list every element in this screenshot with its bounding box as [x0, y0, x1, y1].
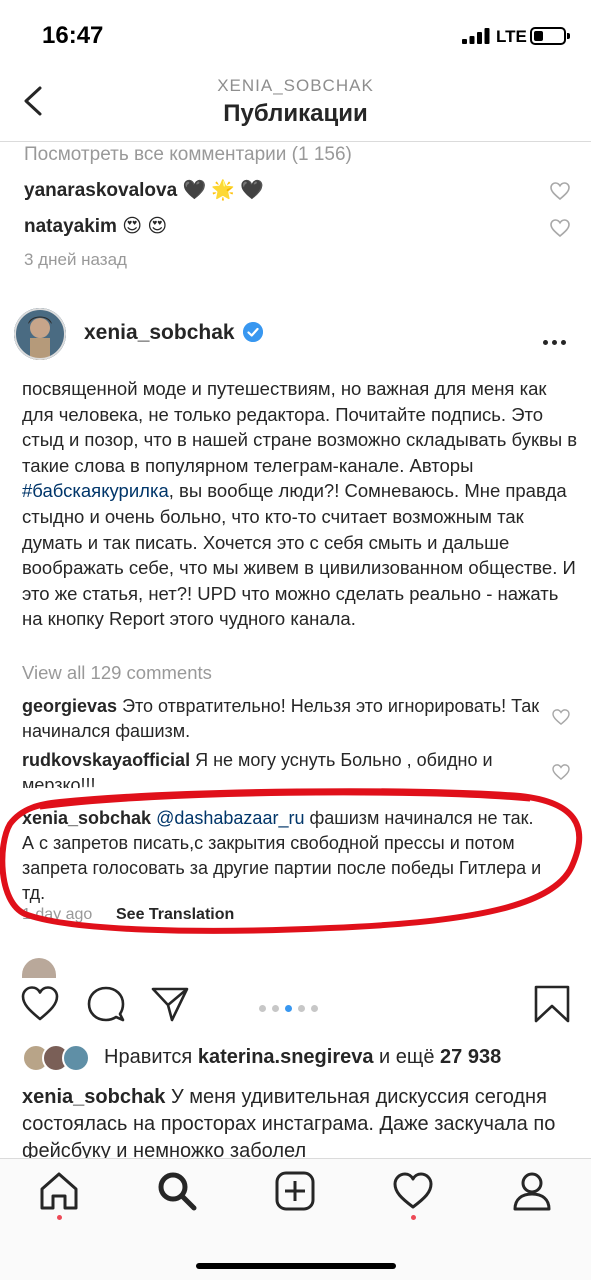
screenshot-caption: посвященной моде и путешествиям, но важн… — [22, 376, 582, 632]
likes-row: Нравится katerina.snegireva и ещё 27 938 — [22, 1044, 582, 1074]
share-icon[interactable] — [150, 984, 190, 1024]
profile-icon[interactable] — [510, 1169, 554, 1213]
post-header: xenia_sobchak — [0, 300, 591, 366]
hashtag-link: #бабскаякурилка — [22, 480, 169, 502]
verified-icon — [243, 322, 263, 342]
comment-text: 😍 😍 — [122, 216, 168, 237]
status-time: 16:47 — [42, 22, 104, 49]
caption-text: посвященной моде и путешествиям, но важн… — [22, 378, 578, 476]
likes-count[interactable]: 27 938 — [440, 1046, 501, 1068]
likes-and: и ещё — [379, 1046, 435, 1068]
home-icon[interactable] — [37, 1169, 81, 1213]
screenshot-comment: rudkovskayaofficial Я не могу уснуть Бол… — [22, 748, 552, 788]
comment-like-icon[interactable] — [550, 219, 570, 237]
screenshot-view-all: View all 129 comments — [22, 662, 212, 683]
post-username[interactable]: xenia_sobchak — [84, 321, 235, 345]
post-actions — [0, 978, 591, 1038]
page-title: Публикации — [223, 100, 368, 127]
like-icon[interactable] — [20, 984, 60, 1024]
comment-text: 🖤 🌟 🖤 — [182, 180, 264, 201]
comment-username: georgievas — [22, 696, 118, 716]
home-indicator — [196, 1263, 396, 1269]
notification-dot — [411, 1215, 416, 1220]
battery-icon — [530, 27, 570, 45]
mention-link: @dashabazaar_ru — [156, 808, 305, 828]
view-all-comments-link[interactable]: Посмотреть все комментарии (1 156) — [24, 144, 352, 166]
comment-username: xenia_sobchak — [22, 808, 152, 828]
caption-username[interactable]: xenia_sobchak — [22, 1086, 165, 1108]
avatar — [62, 1044, 90, 1072]
screenshot-comment-highlighted: xenia_sobchak @dashabazaar_ru фашизм нач… — [22, 806, 542, 906]
caption-text: , вы вообще люди?! Сомневаюсь. Мне правд… — [22, 480, 576, 630]
header-username: XENIA_SOBCHAK — [217, 76, 374, 95]
bookmark-icon[interactable] — [532, 984, 572, 1024]
avatar[interactable] — [14, 308, 66, 360]
comment-row: natayakim 😍 😍 — [24, 215, 167, 238]
comment-time: 1 day ago — [22, 906, 93, 923]
comment-username[interactable]: natayakim — [24, 216, 117, 237]
more-icon[interactable] — [543, 332, 570, 350]
post-caption: xenia_sobchak У меня удивительная дискус… — [22, 1084, 582, 1160]
likes-prefix: Нравится — [104, 1046, 193, 1068]
comment-username: rudkovskayaofficial — [22, 750, 191, 770]
liker-username[interactable]: katerina.snegireva — [198, 1046, 374, 1068]
status-bar: 16:47 LTE — [0, 0, 591, 70]
new-post-icon[interactable] — [273, 1169, 317, 1213]
nav-header: XENIA_SOBCHAK Публикации — [0, 70, 591, 142]
search-icon[interactable] — [155, 1169, 199, 1213]
see-translation-link: See Translation — [116, 906, 235, 923]
notification-dot — [57, 1215, 62, 1220]
tab-bar — [0, 1158, 591, 1280]
comment-like-icon — [552, 764, 570, 780]
activity-icon[interactable] — [391, 1169, 435, 1213]
comment-row: yanaraskovalova 🖤 🌟 🖤 — [24, 178, 264, 202]
comment-like-icon[interactable] — [550, 182, 570, 200]
post-timestamp: 3 дней назад — [24, 250, 127, 269]
likes-text[interactable]: Нравится katerina.snegireva и ещё 27 938 — [104, 1046, 501, 1069]
liker-avatars — [22, 1044, 102, 1072]
comment-like-icon — [552, 709, 570, 725]
signal-icon — [462, 28, 490, 44]
carousel-indicator — [259, 999, 324, 1017]
comment-icon[interactable] — [86, 984, 126, 1024]
network-type: LTE — [496, 27, 527, 46]
screenshot-comment: georgievas Это отвратительно! Нельзя это… — [22, 694, 552, 744]
comment-username[interactable]: yanaraskovalova — [24, 180, 177, 201]
